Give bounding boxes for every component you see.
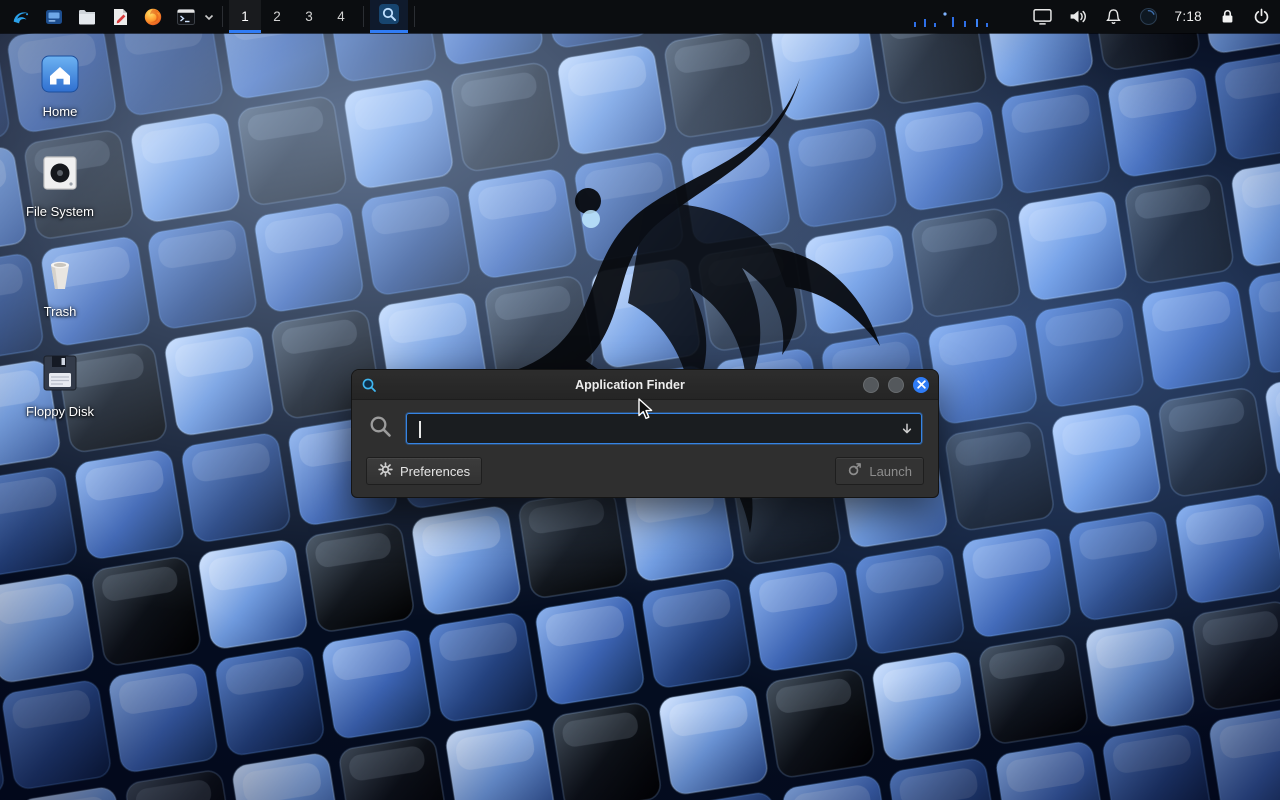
application-finder-icon	[379, 4, 399, 29]
desktop-icon-home[interactable]: Home	[14, 50, 106, 123]
text-editor-icon	[110, 7, 130, 27]
volume-icon[interactable]	[1069, 8, 1088, 25]
application-finder-window-icon	[361, 377, 377, 393]
top-panel: 1 2 3 4	[0, 0, 1280, 33]
notifications-bell-icon[interactable]	[1105, 8, 1122, 25]
workspace-label: 4	[337, 9, 345, 24]
launch-button[interactable]: Launch	[835, 457, 924, 485]
close-button[interactable]	[913, 377, 929, 393]
status-indicator-icon[interactable]	[1139, 7, 1158, 26]
titlebar[interactable]: Application Finder	[352, 370, 938, 400]
files-launcher[interactable]	[70, 0, 103, 33]
desktop-screen: 1 2 3 4	[0, 0, 1280, 800]
desktop-icon-label: Floppy Disk	[26, 405, 94, 420]
workspace-label: 3	[305, 9, 313, 24]
maximize-button[interactable]	[888, 377, 904, 393]
desktop-icon-floppy-disk[interactable]: Floppy Disk	[14, 348, 106, 423]
files-icon	[77, 7, 97, 27]
floppy-disk-icon	[38, 351, 82, 400]
panel-left-group: 1 2 3 4	[0, 0, 421, 33]
text-caret	[419, 421, 421, 438]
window-title: Application Finder	[412, 378, 848, 392]
workspace-button-4[interactable]: 4	[325, 0, 357, 33]
panel-clock[interactable]: 7:18	[1175, 9, 1202, 24]
workspace-button-2[interactable]: 2	[261, 0, 293, 33]
desktop-icon-column: Home File System	[14, 50, 106, 423]
terminal-dropdown-button[interactable]	[202, 0, 216, 33]
desktop-icon-trash[interactable]: Trash	[14, 248, 106, 323]
panel-right-group: 7:18	[912, 0, 1280, 33]
panel-separator	[363, 6, 364, 27]
preferences-label: Preferences	[400, 464, 470, 479]
desktop-icon-file-system[interactable]: File System	[14, 148, 106, 223]
combo-dropdown-arrow-icon[interactable]	[900, 422, 914, 441]
search-input[interactable]	[407, 414, 921, 443]
application-finder-window: Application Finder	[352, 370, 938, 497]
kali-menu-icon	[10, 6, 32, 28]
panel-separator	[222, 6, 223, 27]
search-row	[364, 413, 926, 444]
launch-icon	[847, 462, 862, 480]
button-row: Preferences Launch	[364, 457, 926, 485]
workspace-label: 2	[273, 9, 281, 24]
workspace-button-3[interactable]: 3	[293, 0, 325, 33]
panel-separator	[414, 6, 415, 27]
workspace-label: 1	[241, 9, 249, 24]
home-folder-icon	[38, 53, 82, 100]
close-icon	[917, 380, 926, 389]
gear-icon	[378, 462, 393, 480]
file-system-drive-icon	[38, 151, 82, 200]
trash-empty-icon	[38, 251, 82, 300]
file-manager-launcher[interactable]	[37, 0, 70, 33]
cpu-graph-widget[interactable]	[912, 10, 990, 33]
terminal-icon	[176, 7, 196, 27]
window-body: Preferences Launch	[352, 400, 938, 497]
text-editor-launcher[interactable]	[103, 0, 136, 33]
minimize-button[interactable]	[863, 377, 879, 393]
taskbar-item-application-finder[interactable]	[370, 0, 408, 33]
firefox-icon	[143, 7, 163, 27]
desktop-icon-label: Trash	[44, 305, 77, 320]
power-icon[interactable]	[1253, 8, 1270, 25]
search-icon	[368, 414, 393, 444]
terminal-launcher[interactable]	[169, 0, 202, 33]
file-manager-icon	[44, 7, 64, 27]
desktop-icon-label: File System	[26, 205, 94, 220]
firefox-launcher[interactable]	[136, 0, 169, 33]
display-icon[interactable]	[1033, 8, 1052, 25]
workspace-button-1[interactable]: 1	[229, 0, 261, 33]
kali-menu-button[interactable]	[4, 0, 37, 33]
preferences-button[interactable]: Preferences	[366, 457, 482, 485]
search-combo-entry[interactable]	[406, 413, 922, 444]
desktop-icon-label: Home	[43, 105, 78, 120]
screen-lock-icon[interactable]	[1219, 8, 1236, 25]
titlebar-buttons	[863, 377, 929, 393]
launch-label: Launch	[869, 464, 912, 479]
chevron-down-icon	[204, 8, 214, 26]
